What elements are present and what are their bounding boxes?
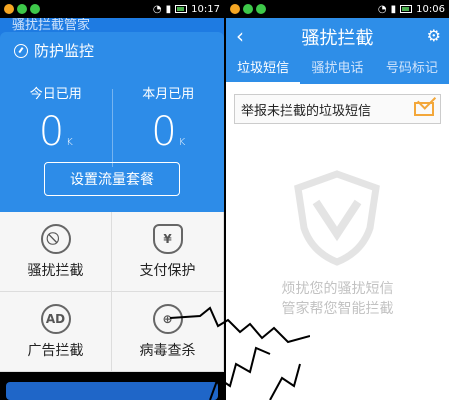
signal-icon: ▮: [390, 3, 397, 15]
bottom-area: [0, 372, 224, 400]
notification-icon: [230, 4, 240, 14]
feature-label: 支付保护: [139, 262, 196, 279]
feature-label: 骚扰拦截: [27, 262, 84, 279]
gauge-icon: [14, 43, 28, 58]
envelope-icon: [414, 102, 434, 116]
month-usage: 本月已用 0K: [113, 83, 225, 167]
today-usage: 今日已用 0K: [0, 83, 112, 167]
back-icon[interactable]: ‹: [236, 24, 244, 48]
battery-icon: [400, 5, 413, 13]
month-value: 0: [151, 109, 177, 155]
wifi-icon: ◔: [152, 3, 162, 15]
battery-icon: [175, 5, 188, 13]
signal-icon: ▮: [165, 3, 172, 15]
feature-label: 病毒查杀: [139, 342, 196, 359]
feature-harass-block[interactable]: ⃠ 骚扰拦截: [0, 212, 112, 292]
notification-icon: [256, 4, 266, 14]
header-title: 骚扰拦截: [301, 28, 374, 49]
feature-virus-scan[interactable]: ⊕ 病毒查杀: [112, 292, 224, 372]
bottom-button[interactable]: [6, 382, 218, 400]
report-spam-row[interactable]: 举报未拦截的垃圾短信: [234, 94, 441, 124]
clock: 10:17: [191, 3, 220, 15]
clock: 10:06: [416, 3, 445, 15]
target-icon: ⊕: [152, 303, 183, 334]
no-phone-icon: ⃠: [40, 223, 71, 254]
panel-title: 防护监控: [34, 42, 95, 60]
tab-bar: 垃圾短信 骚扰电话 号码标记: [226, 56, 449, 84]
feature-label: 广告拦截: [27, 342, 84, 359]
left-screen: 骚扰拦截管家 ◔ ▮ 10:17 防护监控 今日已用 0K 本月已用 0 K 设…: [0, 0, 224, 400]
left-status-bar: ◔ ▮ 10:17: [0, 0, 224, 18]
right-screen: ◔ ▮ 10:06 ‹ 骚扰拦截 ⚙ 垃圾短信 骚扰电话 号码标记 举报未拦截的…: [226, 0, 449, 400]
today-label: 今日已用: [29, 87, 82, 102]
tab-spam-sms[interactable]: 垃圾短信: [226, 56, 301, 84]
notification-icon: [30, 4, 40, 14]
notification-icon: [243, 4, 253, 14]
set-plan-button[interactable]: 设置流量套餐: [44, 162, 180, 196]
today-value: 0: [38, 109, 65, 155]
shield-icon: [294, 170, 380, 266]
feature-grid: ⃠ 骚扰拦截 ¥ 支付保护 AD 广告拦截 ⊕ 病毒查杀: [0, 212, 224, 372]
header: ‹ 骚扰拦截 ⚙: [226, 18, 449, 56]
month-unit: K: [178, 137, 186, 148]
wifi-icon: ◔: [377, 3, 387, 15]
feature-payment-protect[interactable]: ¥ 支付保护: [112, 212, 224, 292]
month-label: 本月已用: [142, 87, 195, 102]
notification-icon: [17, 4, 27, 14]
notification-icon: [4, 4, 14, 14]
shield-yen-icon: ¥: [152, 223, 183, 254]
empty-message-line1: 烦扰您的骚扰短信: [281, 281, 394, 297]
ad-block-icon: AD: [40, 303, 71, 334]
gear-icon[interactable]: ⚙: [427, 26, 441, 45]
protection-monitor-panel: 防护监控 今日已用 0K 本月已用 0K 设置流量套餐: [0, 32, 224, 212]
today-unit: K: [66, 137, 73, 148]
tab-harass-calls[interactable]: 骚扰电话: [300, 56, 374, 84]
right-status-bar: ◔ ▮ 10:06: [226, 0, 449, 18]
report-text: 举报未拦截的垃圾短信: [241, 103, 372, 119]
feature-ad-block[interactable]: AD 广告拦截: [0, 292, 112, 372]
empty-message-line2: 管家帮您智能拦截: [281, 301, 394, 317]
tab-number-mark[interactable]: 号码标记: [375, 56, 449, 84]
